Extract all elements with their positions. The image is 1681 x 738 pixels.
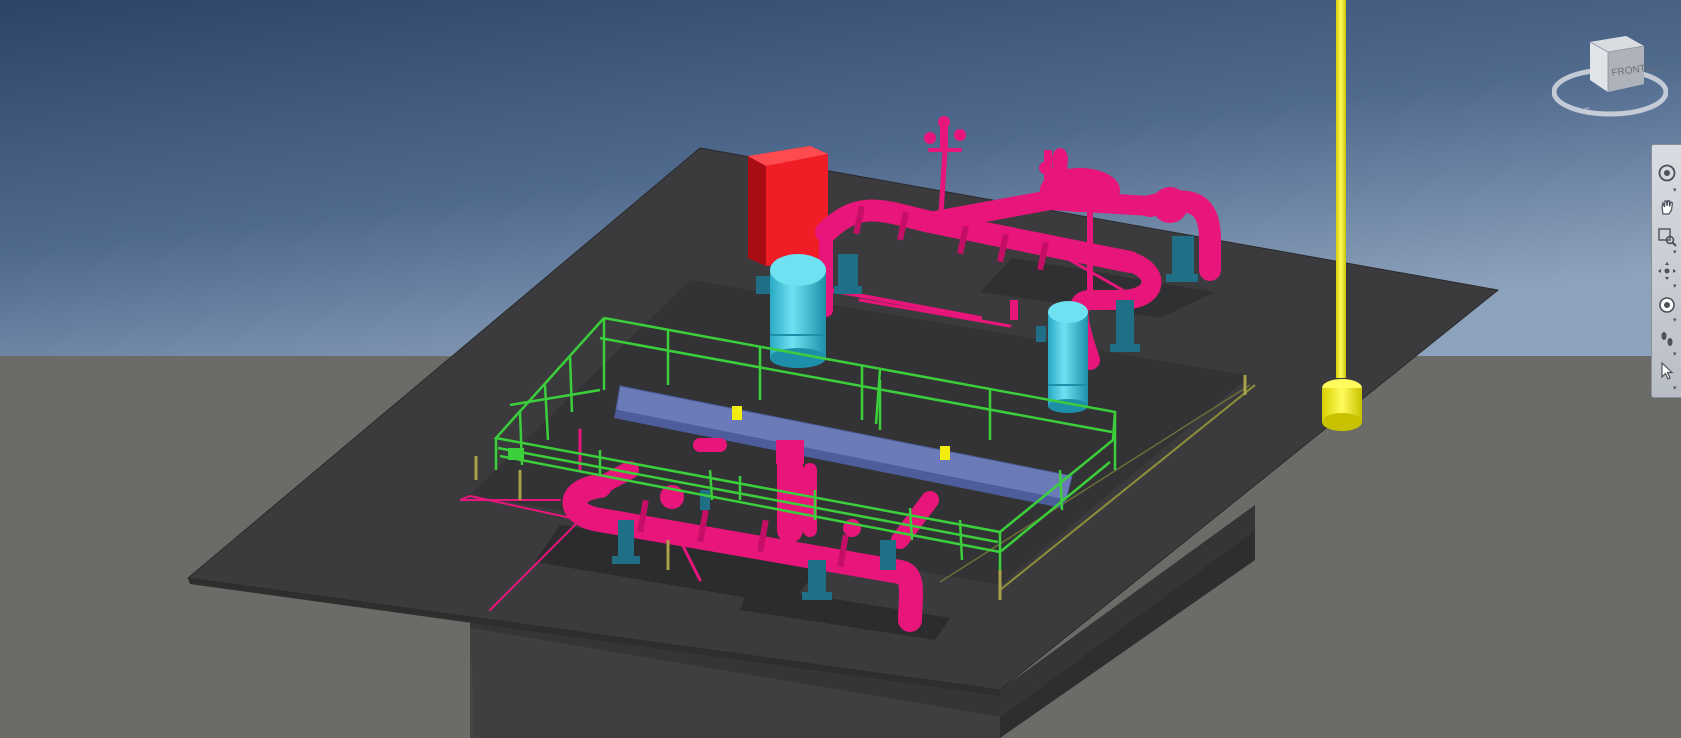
steering-wheel-icon[interactable]	[1655, 161, 1678, 184]
chevron-down-icon[interactable]: ▾	[1673, 283, 1677, 290]
chevron-down-icon[interactable]: ▾	[1673, 351, 1677, 358]
pan-hand-icon[interactable]	[1655, 195, 1678, 218]
viewcube-right-label[interactable]: RIGHT	[1644, 68, 1663, 74]
chevron-down-icon[interactable]: ▾	[1673, 249, 1677, 256]
electrical-panel	[748, 146, 828, 266]
viewcube[interactable]: FRONT RIGHT S	[1552, 32, 1668, 122]
walk-footsteps-icon[interactable]	[1655, 327, 1678, 350]
chevron-down-icon[interactable]: ▾	[1673, 385, 1677, 392]
orbit-icon[interactable]	[1655, 259, 1678, 282]
select-arrow-icon[interactable]	[1655, 359, 1678, 382]
look-eye-icon[interactable]	[1655, 293, 1678, 316]
gate-marker	[508, 448, 524, 460]
model-scene[interactable]	[0, 0, 1681, 738]
chevron-down-icon[interactable]: ▾	[1673, 187, 1677, 194]
navigation-bar: ▾ ▾ ▾ ▾ ▾ ▾	[1651, 144, 1681, 398]
chevron-down-icon[interactable]: ▾	[1673, 317, 1677, 324]
compass-south-label[interactable]: S	[1584, 106, 1590, 116]
zoom-window-icon[interactable]	[1655, 225, 1678, 248]
3d-viewport[interactable]: FRONT RIGHT S ▾ ▾ ▾ ▾ ▾ ▾	[0, 0, 1681, 738]
